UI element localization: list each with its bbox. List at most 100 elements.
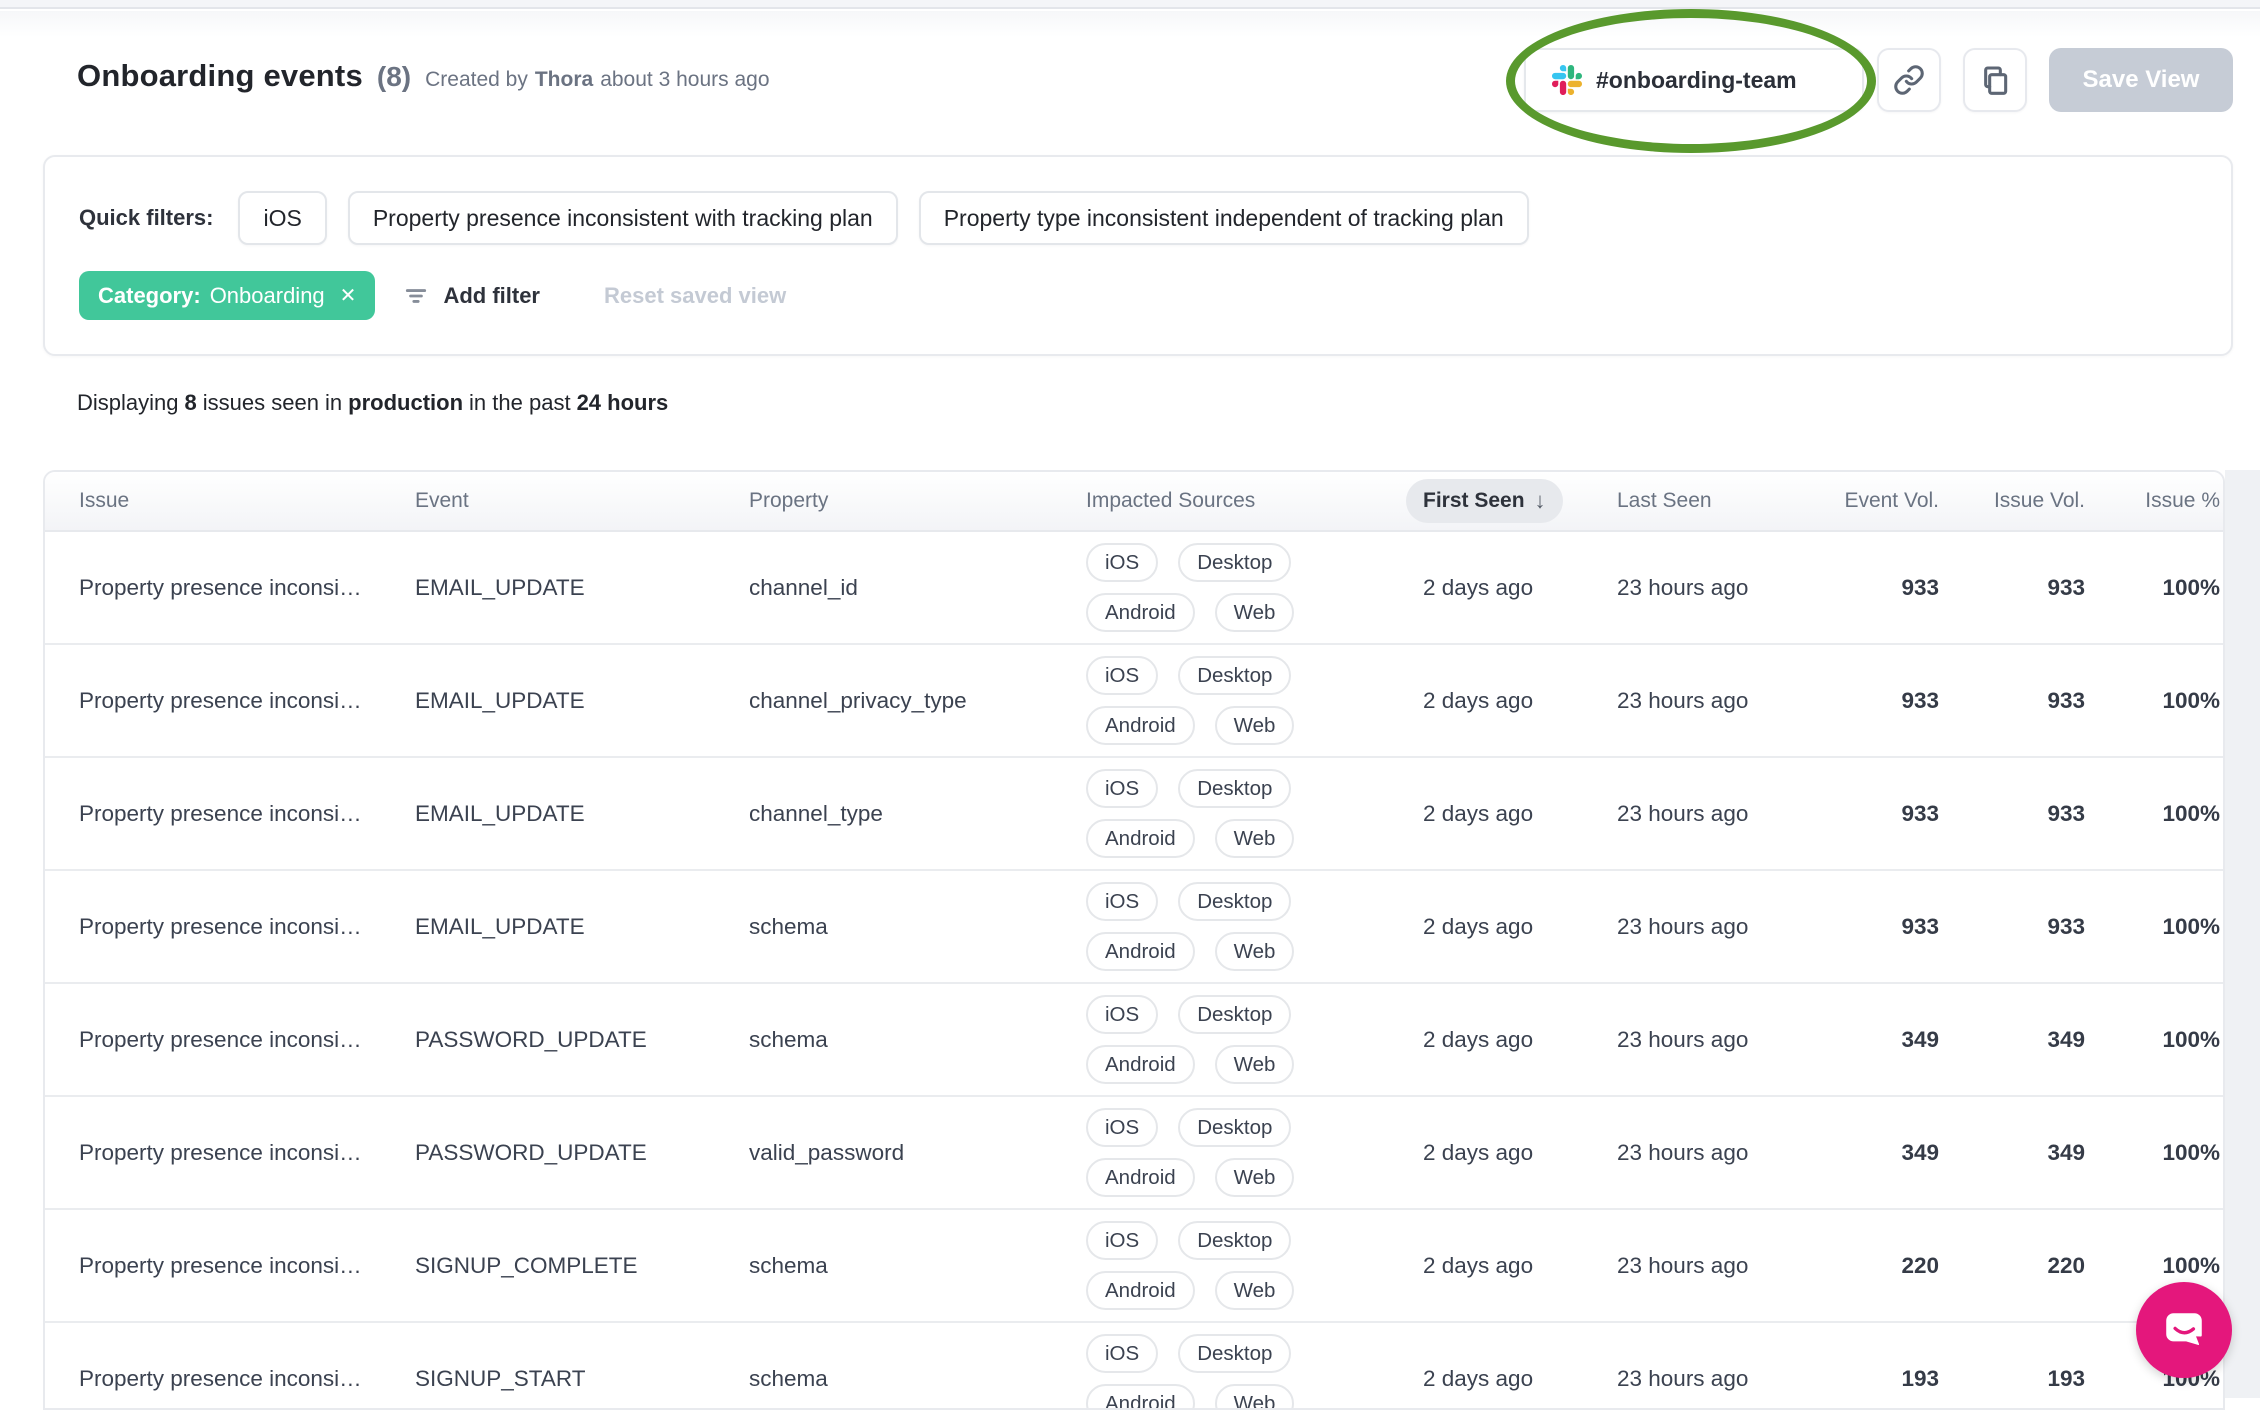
issue-cell: Property presence inconsi…: [79, 1252, 362, 1278]
last-seen-cell: 23 hours ago: [1617, 800, 1749, 826]
issue-pct-cell: 100%: [2162, 800, 2220, 826]
chat-launcher-button[interactable]: [2136, 1282, 2232, 1378]
issue-pct-cell: 100%: [2162, 687, 2220, 713]
col-header-property[interactable]: Property: [749, 489, 1086, 513]
summary-line: Displaying 8 issues seen in production in th…: [77, 390, 674, 416]
col-header-issue-vol[interactable]: Issue Vol.: [1939, 489, 2085, 513]
category-filter-chip[interactable]: Category: Onboarding ✕: [79, 271, 376, 320]
quick-filter-ios[interactable]: iOS: [238, 191, 327, 245]
event-vol-cell: 933: [1901, 913, 1939, 939]
issue-cell: Property presence inconsi…: [79, 1365, 362, 1391]
property-cell: channel_id: [749, 574, 858, 600]
first-seen-cell: 2 days ago: [1423, 1026, 1534, 1052]
summary-range: 24 hours: [576, 390, 669, 415]
col-header-issue-pct[interactable]: Issue %: [2085, 489, 2220, 513]
table-row[interactable]: Property presence inconsi… SIGNUP_START …: [45, 1323, 2223, 1408]
event-vol-cell: 220: [1901, 1252, 1939, 1278]
quick-filter-property-type[interactable]: Property type inconsistent independent o…: [918, 191, 1529, 245]
last-seen-cell: 23 hours ago: [1617, 1252, 1749, 1278]
table-row[interactable]: Property presence inconsi… EMAIL_UPDATE …: [45, 758, 2223, 871]
header-actions: #onboarding-team Save View: [0, 0, 2260, 160]
impacted-sources-cell: iOS Desktop Android Web: [1086, 1324, 1404, 1408]
copy-link-button[interactable]: [1877, 48, 1941, 112]
add-filter-label: Add filter: [443, 282, 540, 308]
impacted-sources-cell: iOS Desktop Android Web: [1086, 985, 1404, 1094]
save-view-button[interactable]: Save View: [2049, 48, 2233, 112]
source-pill-android: Android: [1086, 819, 1195, 858]
source-pill-desktop: Desktop: [1178, 882, 1292, 921]
impacted-sources-cell: iOS Desktop Android Web: [1086, 1098, 1404, 1207]
col-header-first-seen[interactable]: First Seen ↓: [1406, 479, 1617, 523]
col-header-impacted-sources[interactable]: Impacted Sources: [1086, 489, 1423, 513]
summary-prefix: Displaying: [77, 390, 179, 415]
table-row[interactable]: Property presence inconsi… PASSWORD_UPDA…: [45, 984, 2223, 1097]
first-seen-sort-pill[interactable]: First Seen ↓: [1406, 479, 1563, 523]
quick-filters-row: Quick filters: iOS Property presence inc…: [79, 191, 1529, 245]
issue-vol-cell: 349: [2047, 1026, 2085, 1052]
first-seen-cell: 2 days ago: [1423, 1252, 1534, 1278]
impacted-sources-cell: iOS Desktop Android Web: [1086, 1211, 1404, 1320]
add-filter-button[interactable]: Add filter: [403, 283, 540, 309]
table-row[interactable]: Property presence inconsi… EMAIL_UPDATE …: [45, 871, 2223, 984]
chip-key: Category:: [98, 282, 201, 308]
last-seen-cell: 23 hours ago: [1617, 1026, 1749, 1052]
duplicate-view-button[interactable]: [1963, 48, 2027, 112]
table-row[interactable]: Property presence inconsi… PASSWORD_UPDA…: [45, 1097, 2223, 1210]
issue-vol-cell: 193: [2047, 1365, 2085, 1391]
quick-filter-property-presence[interactable]: Property presence inconsistent with trac…: [347, 191, 898, 245]
table-row[interactable]: Property presence inconsi… EMAIL_UPDATE …: [45, 532, 2223, 645]
source-pill-android: Android: [1086, 706, 1195, 745]
issue-vol-cell: 933: [2047, 800, 2085, 826]
property-cell: valid_password: [749, 1139, 905, 1165]
issue-vol-cell: 933: [2047, 687, 2085, 713]
table-row[interactable]: Property presence inconsi… SIGNUP_COMPLE…: [45, 1210, 2223, 1323]
col-header-last-seen[interactable]: Last Seen: [1617, 489, 1817, 513]
issue-cell: Property presence inconsi…: [79, 574, 362, 600]
source-pill-web: Web: [1214, 1271, 1295, 1310]
col-header-event-vol[interactable]: Event Vol.: [1817, 489, 1939, 513]
event-vol-cell: 193: [1901, 1365, 1939, 1391]
first-seen-cell: 2 days ago: [1423, 1139, 1534, 1165]
last-seen-cell: 23 hours ago: [1617, 687, 1749, 713]
property-cell: channel_privacy_type: [749, 687, 967, 713]
table-row[interactable]: Property presence inconsi… EMAIL_UPDATE …: [45, 645, 2223, 758]
source-pill-ios: iOS: [1086, 1334, 1159, 1373]
impacted-sources-cell: iOS Desktop Android Web: [1086, 533, 1404, 642]
issue-pct-cell: 100%: [2162, 1252, 2220, 1278]
summary-mid1: issues seen in: [202, 390, 343, 415]
property-cell: schema: [749, 1252, 828, 1278]
table-right-gutter: [2225, 470, 2260, 1398]
source-pill-web: Web: [1214, 1158, 1295, 1197]
slack-channel-label: #onboarding-team: [1596, 66, 1797, 93]
event-vol-cell: 349: [1901, 1139, 1939, 1165]
event-vol-cell: 933: [1901, 574, 1939, 600]
last-seen-cell: 23 hours ago: [1617, 1365, 1749, 1391]
slack-icon: [1552, 65, 1582, 95]
issue-vol-cell: 933: [2047, 574, 2085, 600]
source-pill-android: Android: [1086, 1045, 1195, 1084]
source-pill-web: Web: [1214, 1045, 1295, 1084]
summary-environment: production: [348, 390, 464, 415]
chip-close-icon[interactable]: ✕: [340, 286, 357, 306]
filter-icon: [403, 283, 429, 309]
slack-channel-button[interactable]: #onboarding-team: [1524, 48, 1864, 112]
event-cell: EMAIL_UPDATE: [415, 913, 585, 939]
reset-saved-view-link[interactable]: Reset saved view: [604, 283, 786, 309]
impacted-sources-cell: iOS Desktop Android Web: [1086, 872, 1404, 981]
event-vol-cell: 349: [1901, 1026, 1939, 1052]
event-vol-cell: 933: [1901, 800, 1939, 826]
source-pill-ios: iOS: [1086, 995, 1159, 1034]
source-pill-web: Web: [1214, 819, 1295, 858]
source-pill-desktop: Desktop: [1178, 769, 1292, 808]
table-header-row: Issue Event Property Impacted Sources Fi…: [45, 472, 2223, 532]
event-cell: EMAIL_UPDATE: [415, 574, 585, 600]
issue-pct-cell: 100%: [2162, 1026, 2220, 1052]
col-header-event[interactable]: Event: [415, 489, 749, 513]
summary-count: 8: [184, 390, 197, 415]
source-pill-desktop: Desktop: [1178, 1108, 1292, 1147]
col-header-issue[interactable]: Issue: [79, 489, 415, 513]
last-seen-cell: 23 hours ago: [1617, 574, 1749, 600]
first-seen-cell: 2 days ago: [1423, 800, 1534, 826]
issue-vol-cell: 220: [2047, 1252, 2085, 1278]
quick-filters-label: Quick filters:: [79, 205, 214, 230]
